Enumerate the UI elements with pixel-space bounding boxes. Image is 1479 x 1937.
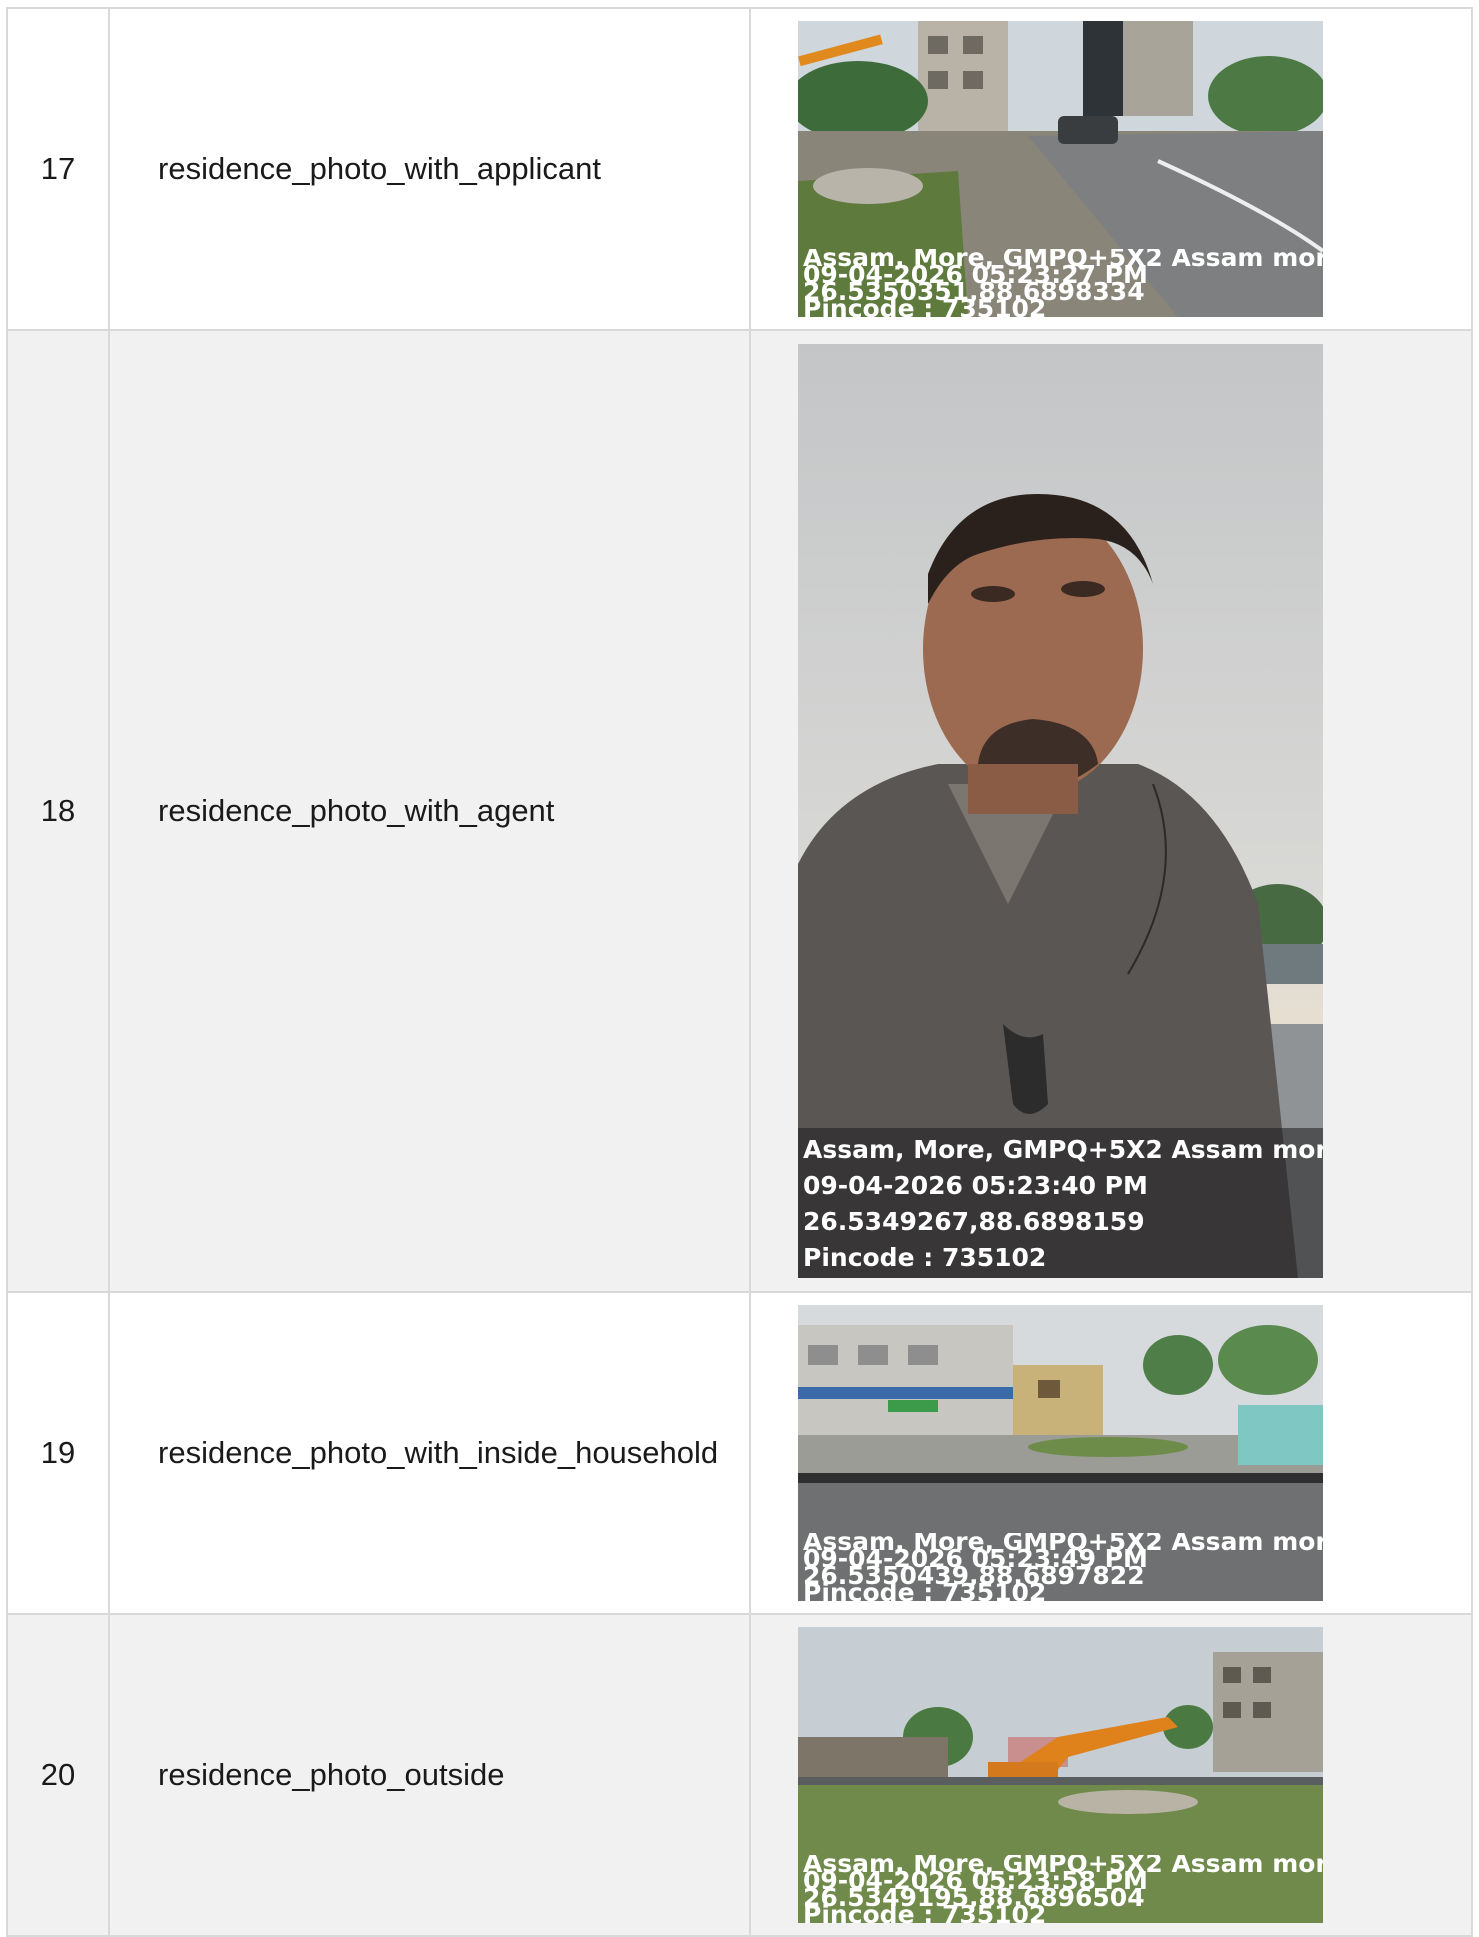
geo-caption: Assam, More, GMPQ+5X2 Assam more, Tara 0… — [798, 1855, 1323, 1923]
caption-coordinates: 26.5349267,88.6898159 — [803, 1207, 1145, 1236]
caption-timestamp: 09-04-2026 05:23:40 PM — [803, 1171, 1148, 1200]
caption-pincode: Pincode : 735102 — [803, 1243, 1047, 1272]
row-number: 18 — [6, 329, 110, 1293]
geo-caption: Assam, More, GMPQ+5X2 Assam more, Tara 0… — [798, 1533, 1323, 1601]
caption-address: Assam, More, GMPQ+5X2 Assam more, Tara — [803, 1135, 1323, 1164]
street-photo[interactable]: Assam, More, GMPQ+5X2 Assam more, Tara 0… — [798, 21, 1323, 317]
photo-cell: Assam, More, GMPQ+5X2 Assam more, Tara 0… — [749, 1613, 1473, 1937]
photo-label: residence_photo_with_inside_household — [108, 1291, 751, 1615]
table-row: 18 residence_photo_with_agent Assam, Mor… — [6, 329, 1473, 1293]
photo-cell: Assam, More, GMPQ+5X2 Assam more, Tara 0… — [749, 7, 1473, 331]
photo-label: residence_photo_outside — [108, 1613, 751, 1937]
geo-caption: Assam, More, GMPQ+5X2 Assam more, Tara 0… — [798, 249, 1323, 317]
outside-photo[interactable]: Assam, More, GMPQ+5X2 Assam more, Tara 0… — [798, 1627, 1323, 1923]
geo-caption: Assam, More, GMPQ+5X2 Assam more, Tara 0… — [798, 1128, 1323, 1278]
photo-cell: Assam, More, GMPQ+5X2 Assam more, Tara 0… — [749, 329, 1473, 1293]
table-row: 19 residence_photo_with_inside_household — [6, 1291, 1473, 1615]
table-row: 17 residence_photo_with_applicant Assam,… — [6, 7, 1473, 331]
photo-label: residence_photo_with_applicant — [108, 7, 751, 331]
photo-label: residence_photo_with_agent — [108, 329, 751, 1293]
agent-selfie-photo[interactable]: Assam, More, GMPQ+5X2 Assam more, Tara 0… — [798, 344, 1323, 1278]
row-number: 20 — [6, 1613, 110, 1937]
table-row: 20 residence_photo_outside Assam, More, … — [6, 1613, 1473, 1937]
row-number: 17 — [6, 7, 110, 331]
photo-table: 17 residence_photo_with_applicant Assam,… — [6, 7, 1473, 1937]
photo-cell: Assam, More, GMPQ+5X2 Assam more, Tara 0… — [749, 1291, 1473, 1615]
household-photo[interactable]: Assam, More, GMPQ+5X2 Assam more, Tara 0… — [798, 1305, 1323, 1601]
row-number: 19 — [6, 1291, 110, 1615]
